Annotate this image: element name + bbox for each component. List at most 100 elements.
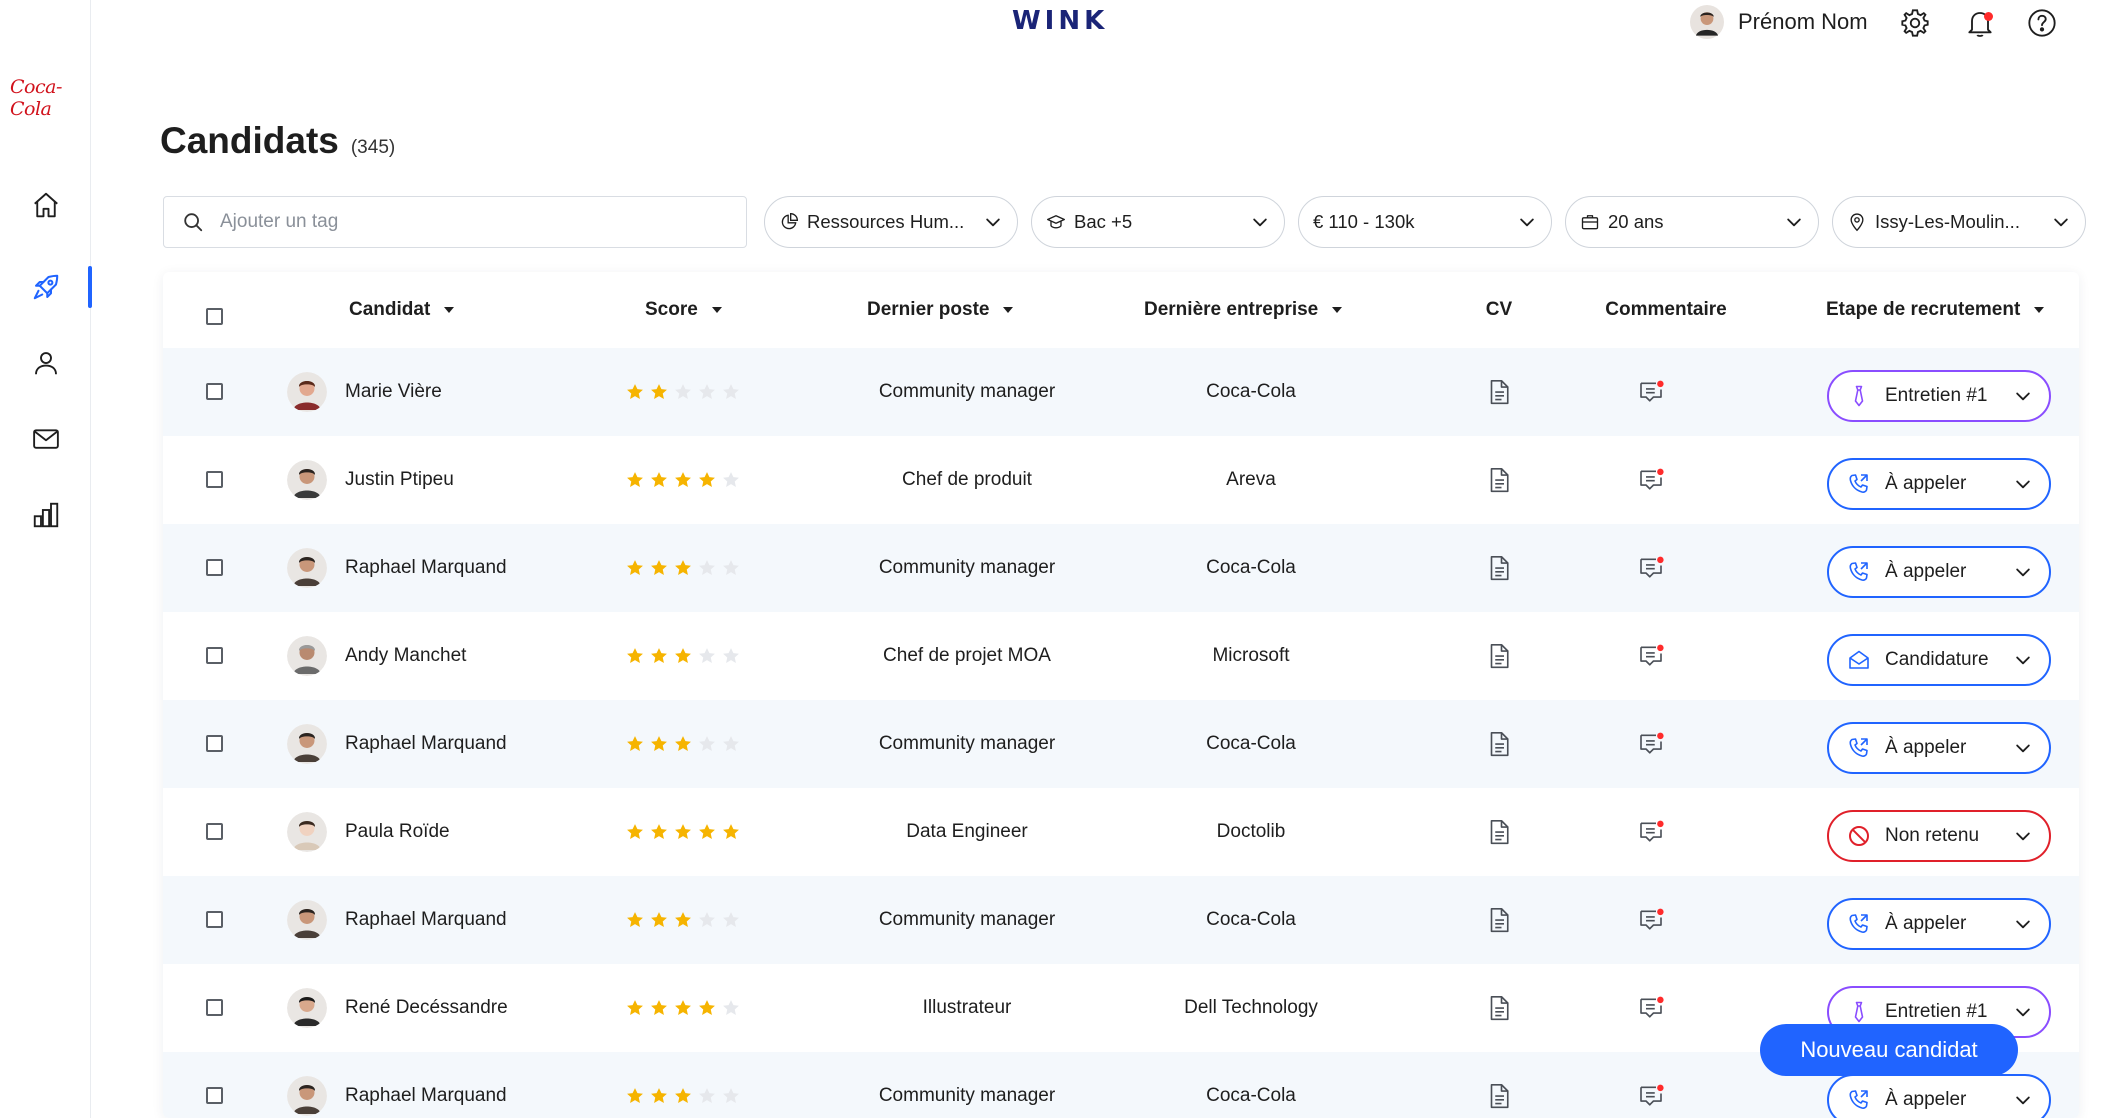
search-input[interactable] [220,211,700,233]
comment-icon[interactable] [1636,817,1666,847]
last-company-text: Coca-Cola [1206,909,1296,930]
star-filled-icon [651,824,667,839]
row-checkbox[interactable] [206,647,223,664]
new-candidate-button[interactable]: Nouveau candidat [1760,1024,2018,1076]
notifications-button[interactable] [1963,6,1997,40]
stage-dropdown[interactable]: À appeler [1827,546,2051,598]
document-icon[interactable] [1484,1081,1514,1111]
candidate-cell[interactable]: René Decéssandre [287,964,508,1052]
comment-icon[interactable] [1636,553,1666,583]
filter-label: Bac +5 [1074,211,1133,232]
star-filled-icon [675,912,691,927]
document-icon[interactable] [1484,729,1514,759]
header-dernier-poste[interactable]: Dernier poste [867,272,1014,348]
stage-dropdown[interactable]: À appeler [1827,722,2051,774]
comment-icon[interactable] [1636,641,1666,671]
stage-label: Entretien #1 [1885,385,1988,406]
table-row[interactable]: Paula Roïde Data Engineer Doctolib Non rete… [163,788,2079,876]
document-icon[interactable] [1484,817,1514,847]
stage-dropdown[interactable]: Candidature [1827,634,2051,686]
table-row[interactable]: Raphael Marquand Community manager Coca-Co… [163,524,2079,612]
star-filled-icon [627,736,643,751]
candidate-cell[interactable]: Paula Roïde [287,788,450,876]
filter-label: Issy-Les-Moulin... [1875,211,2020,232]
row-checkbox[interactable] [206,471,223,488]
table-row[interactable]: Justin Ptipeu Chef de produit Areva À appel… [163,436,2079,524]
sidebar-item-messages[interactable] [0,414,91,464]
stage-dropdown[interactable]: À appeler [1827,1074,2051,1118]
candidate-cell[interactable]: Marie Vière [287,348,442,436]
comment-icon[interactable] [1636,905,1666,935]
sidebar: Coca-Cola [0,0,92,1118]
header-score[interactable]: Score [645,272,722,348]
row-checkbox[interactable] [206,559,223,576]
row-checkbox[interactable] [206,735,223,752]
last-company: Coca-Cola [1101,1052,1401,1118]
row-checkbox[interactable] [206,1087,223,1104]
stage-dropdown[interactable]: À appeler [1827,458,2051,510]
document-icon[interactable] [1484,905,1514,935]
candidate-cell[interactable]: Raphael Marquand [287,700,507,788]
avatar [287,988,327,1028]
candidate-name: Raphael Marquand [345,733,507,754]
settings-button[interactable] [1898,6,1932,40]
filter-education[interactable]: Bac +5 [1031,196,1285,248]
table-row[interactable]: Marie Vière Community manager Coca-Cola Ent… [163,348,2079,436]
tag-search [163,196,747,248]
row-checkbox[interactable] [206,911,223,928]
document-icon[interactable] [1484,553,1514,583]
filter-label: 20 ans [1608,211,1664,232]
sidebar-item-home[interactable] [0,180,91,230]
star-filled-icon [699,472,715,487]
help-button[interactable] [2025,6,2059,40]
filter-salary[interactable]: € 110 - 130k [1298,196,1552,248]
stage-label: À appeler [1885,913,1967,934]
filter-location[interactable]: Issy-Les-Moulin... [1832,196,2086,248]
candidate-cell[interactable]: Andy Manchet [287,612,466,700]
document-icon[interactable] [1484,377,1514,407]
row-checkbox[interactable] [206,383,223,400]
header-derniere-entreprise[interactable]: Dernière entreprise [1144,272,1343,348]
last-company: Coca-Cola [1101,700,1401,788]
graduation-cap-icon [1047,215,1065,229]
filter-department[interactable]: Ressources Hum... [764,196,1018,248]
star-empty-icon [699,912,715,927]
star-filled-icon [675,648,691,663]
user-menu[interactable]: Prénom Nom [1690,4,1868,40]
comment-icon[interactable] [1636,993,1666,1023]
candidate-cell[interactable]: Raphael Marquand [287,1052,507,1118]
comment-icon[interactable] [1636,377,1666,407]
select-all-checkbox[interactable] [206,308,223,325]
stage-dropdown[interactable]: Non retenu [1827,810,2051,862]
table-row[interactable]: Raphael Marquand Community manager Coca-Co… [163,876,2079,964]
document-icon[interactable] [1484,641,1514,671]
last-position: Community manager [817,876,1117,964]
candidate-cell[interactable]: Raphael Marquand [287,524,507,612]
candidate-cell[interactable]: Raphael Marquand [287,876,507,964]
stage-label: À appeler [1885,561,1967,582]
table-row[interactable]: Andy Manchet Chef de projet MOA Microsoft C… [163,612,2079,700]
row-checkbox[interactable] [206,823,223,840]
page-title: Candidats [160,120,339,161]
phone-icon [1849,914,1868,933]
row-checkbox[interactable] [206,999,223,1016]
comment-icon[interactable] [1636,465,1666,495]
comment-icon[interactable] [1636,1081,1666,1111]
sidebar-item-candidats[interactable] [0,262,92,312]
document-icon[interactable] [1484,465,1514,495]
header-candidat[interactable]: Candidat [349,272,455,348]
document-icon[interactable] [1484,993,1514,1023]
header-label: Candidat [349,299,431,320]
table-row[interactable]: Raphael Marquand Community manager Coca-Co… [163,700,2079,788]
candidate-cell[interactable]: Justin Ptipeu [287,436,454,524]
stage-dropdown[interactable]: À appeler [1827,898,2051,950]
score-stars [625,612,745,700]
last-position: Chef de produit [817,436,1117,524]
sidebar-item-profile[interactable] [0,338,91,388]
filter-experience[interactable]: 20 ans [1565,196,1819,248]
header-commentaire: Commentaire [1566,272,1766,348]
sidebar-item-stats[interactable] [0,490,91,540]
stage-dropdown[interactable]: Entretien #1 [1827,370,2051,422]
header-etape[interactable]: Etape de recrutement [1826,272,2045,348]
comment-icon[interactable] [1636,729,1666,759]
